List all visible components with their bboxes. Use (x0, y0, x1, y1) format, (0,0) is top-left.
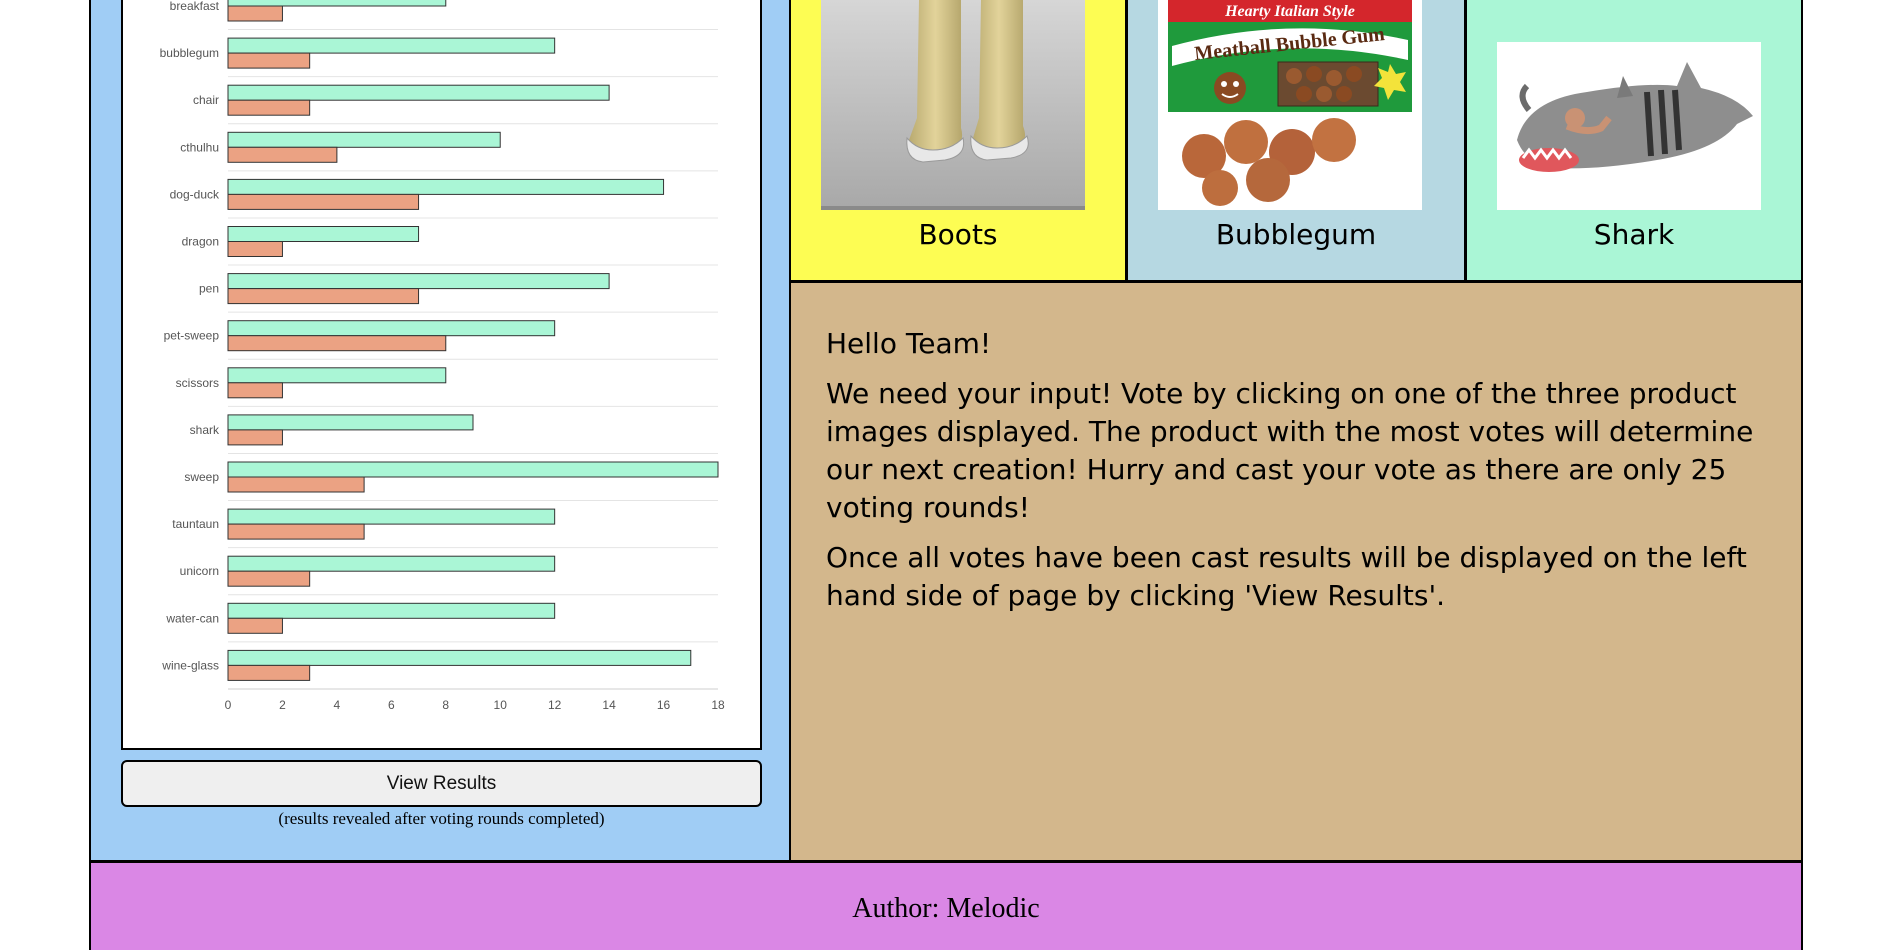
bar (227, 335, 447, 352)
bar (227, 367, 447, 384)
bubblegum-image[interactable]: Hearty Italian Style Meatball Bubble Gum (1158, 0, 1422, 210)
bar (227, 508, 556, 525)
category-label: scissors (176, 376, 219, 390)
bar (227, 429, 283, 446)
bar (227, 617, 283, 634)
bar (227, 476, 365, 493)
x-tick-label: 12 (548, 698, 562, 712)
category-label: tauntaun (172, 517, 219, 531)
product-boots[interactable]: Boots (791, 0, 1128, 283)
boots-image[interactable] (821, 0, 1085, 210)
bar (227, 37, 556, 54)
x-tick-label: 14 (602, 698, 616, 712)
bar-chart: breakfast bubblegum chair cthulhu dog-duck dr… (160, 0, 725, 712)
results-chart: breakfast bubblegum chair cthulhu dog-duck dr… (121, 0, 762, 750)
category-label: breakfast (170, 0, 220, 13)
bar (227, 193, 420, 210)
bar (227, 461, 719, 478)
shark-label[interactable]: Shark (1467, 218, 1801, 251)
category-label: dog-duck (170, 187, 220, 201)
message-greeting: Hello Team! (826, 327, 992, 360)
bar (227, 664, 311, 681)
category-label: pen (199, 282, 219, 296)
category-label: chair (193, 93, 219, 107)
bubblegum-label[interactable]: Bubblegum (1128, 218, 1464, 251)
category-label: sweep (184, 470, 219, 484)
x-tick-label: 16 (657, 698, 671, 712)
bar (227, 226, 420, 242)
x-tick-label: 10 (494, 698, 508, 712)
category-label: pet-sweep (164, 329, 220, 343)
bar (227, 273, 610, 290)
bar (227, 602, 556, 619)
x-tick-label: 18 (711, 698, 725, 712)
bar (227, 649, 692, 666)
bar (227, 178, 665, 195)
view-results-button[interactable]: View Results (121, 760, 762, 807)
bar (227, 241, 283, 257)
bar (227, 84, 610, 101)
boots-label[interactable]: Boots (791, 218, 1125, 251)
results-panel: breakfast bubblegum chair cthulhu dog-duck dr… (89, 0, 791, 860)
category-label: unicorn (180, 564, 219, 578)
category-label: shark (190, 423, 220, 437)
bubblegum-package-top-line: Hearty Italian Style (1224, 3, 1355, 20)
bar (227, 570, 311, 587)
bar (227, 382, 283, 399)
bar (227, 523, 365, 540)
bar (227, 5, 283, 22)
category-label: wine-glass (161, 658, 219, 672)
bar (227, 555, 556, 572)
bar (227, 0, 447, 7)
message-paragraph-2: Once all votes have been cast results wi… (826, 541, 1747, 612)
category-label: water-can (165, 611, 219, 625)
bar (227, 414, 474, 431)
page: breakfast bubblegum chair cthulhu dog-duck dr… (0, 0, 1890, 950)
footer: Author: Melodic (89, 860, 1803, 950)
product-bubblegum[interactable]: Hearty Italian Style Meatball Bubble Gum (1128, 0, 1467, 283)
bar (227, 52, 311, 69)
results-note: (results revealed after voting rounds co… (278, 809, 605, 828)
x-tick-label: 2 (279, 698, 286, 712)
x-tick-label: 8 (442, 698, 449, 712)
product-shark[interactable]: Shark (1467, 0, 1803, 283)
bar (227, 288, 420, 305)
x-tick-label: 4 (334, 698, 341, 712)
bar (227, 131, 501, 148)
bar (227, 320, 556, 337)
x-tick-label: 0 (225, 698, 232, 712)
category-label: dragon (182, 235, 219, 249)
x-tick-label: 6 (388, 698, 395, 712)
instructions-panel: Hello Team! We need your input! Vote by … (791, 283, 1803, 860)
bar (227, 146, 338, 163)
message-paragraph-1: We need your input! Vote by clicking on … (826, 377, 1754, 524)
author-credit: Author: Melodic (852, 893, 1040, 924)
bar (227, 99, 311, 116)
category-label: cthulhu (180, 140, 219, 154)
category-label: bubblegum (160, 46, 219, 60)
shark-image[interactable] (1497, 0, 1761, 210)
